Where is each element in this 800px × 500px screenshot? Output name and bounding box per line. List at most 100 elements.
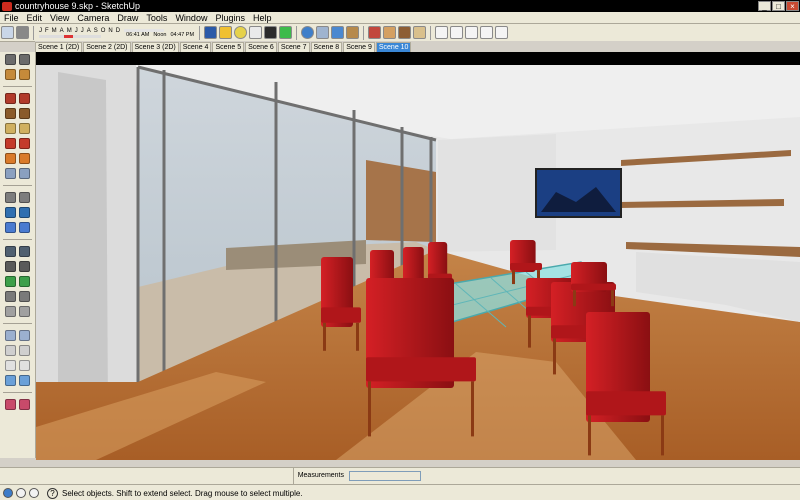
scale-icon[interactable]: [5, 168, 16, 179]
circle-icon[interactable]: [5, 108, 16, 119]
eraser-icon[interactable]: [19, 69, 30, 80]
zoom-extents-icon[interactable]: [19, 276, 30, 287]
tab-scene-9[interactable]: Scene 9: [343, 42, 375, 52]
line-icon[interactable]: [19, 93, 30, 104]
select-icon[interactable]: [5, 54, 16, 65]
help-icon[interactable]: ?: [47, 487, 58, 499]
move-icon[interactable]: [5, 138, 16, 149]
month-label[interactable]: J: [39, 28, 42, 34]
date-slider[interactable]: [39, 34, 101, 38]
text-icon[interactable]: [19, 207, 30, 218]
make-component-icon[interactable]: [19, 54, 30, 65]
back-view-icon[interactable]: [495, 26, 509, 39]
share-model-icon[interactable]: [383, 26, 397, 39]
shadow-icon[interactable]: [301, 26, 315, 39]
paint-bucket-icon[interactable]: [5, 69, 16, 80]
3d-text-icon[interactable]: [19, 222, 30, 233]
follow-me-icon[interactable]: [19, 153, 30, 164]
freehand-icon[interactable]: [19, 123, 30, 134]
menu-plugins[interactable]: Plugins: [211, 13, 249, 23]
xray-icon[interactable]: [5, 375, 16, 386]
menu-help[interactable]: Help: [249, 13, 276, 23]
top-view-icon[interactable]: [19, 330, 30, 341]
push-pull-icon[interactable]: [19, 138, 30, 149]
tab-scene-6[interactable]: Scene 6: [245, 42, 277, 52]
eraser-icon[interactable]: [219, 26, 233, 39]
position-camera-icon[interactable]: [5, 291, 16, 302]
zoom-window-icon[interactable]: [19, 261, 30, 272]
walk-icon[interactable]: [279, 26, 293, 39]
get-models-icon[interactable]: [5, 399, 16, 410]
tab-scene-7[interactable]: Scene 7: [277, 42, 310, 52]
tab-scene-4[interactable]: Scene 4: [179, 42, 212, 52]
tab-scene-10[interactable]: Scene 10: [375, 42, 412, 52]
share-model-icon[interactable]: [19, 399, 30, 410]
minimize-button[interactable]: _: [758, 1, 771, 11]
measurements-input[interactable]: [349, 471, 421, 481]
user-icon[interactable]: [29, 488, 39, 498]
components-icon[interactable]: [16, 26, 29, 39]
menu-draw[interactable]: Draw: [113, 13, 142, 23]
geo-location-icon[interactable]: [3, 488, 13, 498]
month-label[interactable]: D: [116, 28, 120, 34]
get-models-icon[interactable]: [368, 26, 382, 39]
orbit-icon[interactable]: [234, 26, 248, 39]
menu-window[interactable]: Window: [171, 13, 211, 23]
month-label[interactable]: N: [108, 28, 112, 34]
month-label[interactable]: M: [52, 28, 57, 34]
month-label[interactable]: J: [75, 28, 78, 34]
back-view-icon[interactable]: [5, 360, 16, 371]
tab-scene-3[interactable]: Scene 3 (2D): [131, 42, 179, 52]
rotate-icon[interactable]: [5, 153, 16, 164]
tab-scene-8[interactable]: Scene 8: [310, 42, 343, 52]
menu-view[interactable]: View: [46, 13, 73, 23]
polygon-icon[interactable]: [5, 123, 16, 134]
maximize-button[interactable]: □: [772, 1, 785, 11]
front-view-icon[interactable]: [5, 345, 16, 356]
outliner-icon[interactable]: [413, 26, 427, 39]
tape-measure-icon[interactable]: [5, 192, 16, 203]
close-button[interactable]: ×: [786, 1, 799, 11]
zoom-icon[interactable]: [5, 261, 16, 272]
section-icon[interactable]: [346, 26, 360, 39]
layers-icon[interactable]: [331, 26, 345, 39]
paint-icon[interactable]: [204, 26, 218, 39]
offset-icon[interactable]: [19, 168, 30, 179]
section-plane-icon[interactable]: [19, 306, 30, 317]
tab-scene-5[interactable]: Scene 5: [212, 42, 245, 52]
month-label[interactable]: A: [60, 28, 64, 34]
orbit-icon[interactable]: [5, 246, 16, 257]
zoom-extents-icon[interactable]: [249, 26, 263, 39]
3d-viewport[interactable]: [36, 52, 800, 460]
tab-scene-2[interactable]: Scene 2 (2D): [83, 42, 131, 52]
month-label[interactable]: F: [45, 28, 49, 34]
month-label[interactable]: J: [81, 28, 84, 34]
menu-file[interactable]: File: [0, 13, 23, 23]
fog-icon[interactable]: [316, 26, 330, 39]
front-view-icon[interactable]: [465, 26, 479, 39]
select-icon[interactable]: [1, 26, 14, 39]
month-label[interactable]: M: [67, 28, 72, 34]
hand-icon[interactable]: [264, 26, 278, 39]
dimension-icon[interactable]: [19, 192, 30, 203]
walk-icon[interactable]: [5, 306, 16, 317]
pan-icon[interactable]: [19, 246, 30, 257]
wireframe-icon[interactable]: [19, 375, 30, 386]
menu-tools[interactable]: Tools: [142, 13, 171, 23]
right-view-icon[interactable]: [19, 345, 30, 356]
rectangle-icon[interactable]: [5, 93, 16, 104]
right-view-icon[interactable]: [480, 26, 494, 39]
iso-view-icon[interactable]: [5, 330, 16, 341]
arc-icon[interactable]: [19, 108, 30, 119]
protractor-icon[interactable]: [5, 207, 16, 218]
previous-view-icon[interactable]: [5, 276, 16, 287]
month-label[interactable]: O: [101, 28, 106, 34]
month-label[interactable]: S: [94, 28, 98, 34]
menu-camera[interactable]: Camera: [73, 13, 113, 23]
menu-edit[interactable]: Edit: [23, 13, 47, 23]
credits-icon[interactable]: [16, 488, 26, 498]
month-label[interactable]: A: [87, 28, 91, 34]
left-view-icon[interactable]: [19, 360, 30, 371]
materials-icon[interactable]: [398, 26, 412, 39]
tab-scene-1[interactable]: Scene 1 (2D): [35, 42, 83, 52]
